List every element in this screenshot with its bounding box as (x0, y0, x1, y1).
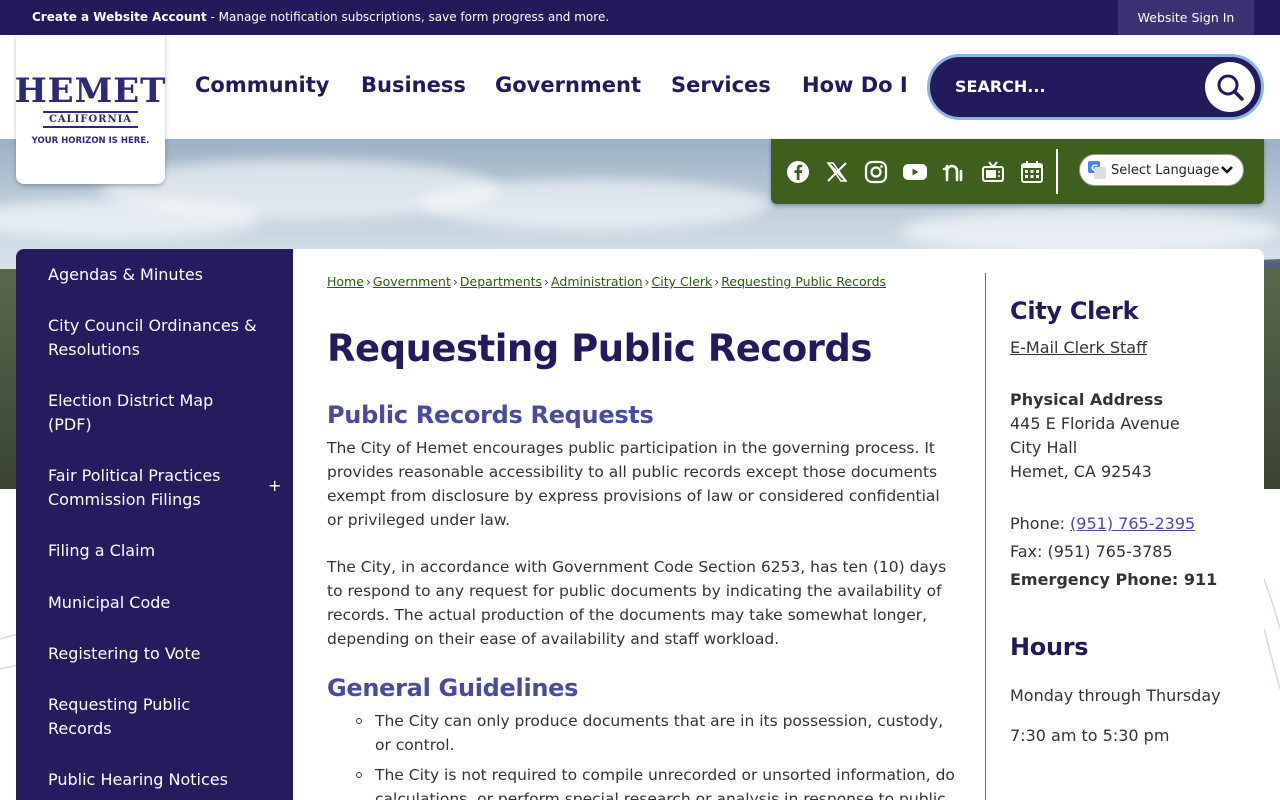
google-translate-icon: G (1088, 161, 1106, 179)
breadcrumb-administration[interactable]: Administration (551, 274, 642, 289)
nav-government[interactable]: Government (495, 73, 641, 97)
chevron-down-icon (1221, 166, 1233, 174)
nextdoor-icon[interactable] (941, 159, 967, 185)
nav-business[interactable]: Business (361, 73, 466, 97)
aside-heading-city-clerk: City Clerk (1010, 297, 1139, 325)
sidebar-item-election-district-map[interactable]: Election District Map (PDF) (48, 389, 258, 437)
sidebar-item-public-hearing-notices[interactable]: Public Hearing Notices (48, 768, 258, 792)
section-heading-public-records-requests: Public Records Requests (327, 401, 654, 429)
phone-line: Phone: (951) 765-2395 (1010, 512, 1195, 536)
phone-link[interactable]: (951) 765-2395 (1070, 514, 1195, 533)
hours-time: 7:30 am to 5:30 pm (1010, 726, 1170, 745)
nav-how-do-i[interactable]: How Do I (802, 73, 908, 97)
sidebar-nav: Agendas & Minutes City Council Ordinance… (16, 249, 293, 800)
language-selector[interactable]: G Select Language (1079, 154, 1244, 186)
email-clerk-staff-link[interactable]: E-Mail Clerk Staff (1010, 338, 1147, 357)
create-account-label[interactable]: Create a Website Account (32, 10, 207, 24)
sidebar-item-municipal-code[interactable]: Municipal Code (48, 591, 258, 615)
breadcrumb-departments[interactable]: Departments (460, 274, 542, 289)
create-account-link[interactable]: Create a Website Account - Manage notifi… (32, 10, 609, 24)
bullet-marker (356, 718, 362, 724)
bullet-marker (356, 772, 362, 778)
section-heading-general-guidelines: General Guidelines (327, 674, 579, 702)
facebook-icon[interactable] (785, 159, 811, 185)
emergency-phone: Emergency Phone: 911 (1010, 570, 1218, 589)
social-media-bar: G Select Language (771, 139, 1264, 204)
sidebar-item-agendas-minutes[interactable]: Agendas & Minutes (48, 263, 258, 287)
top-utility-bar: Create a Website Account - Manage notifi… (0, 0, 1280, 35)
physical-address-label: Physical Address (1010, 390, 1163, 409)
tv-icon[interactable] (980, 159, 1006, 185)
hours-days: Monday through Thursday (1010, 686, 1221, 705)
page-title: Requesting Public Records (327, 327, 872, 370)
hours-heading: Hours (1010, 633, 1089, 661)
logo-tagline: YOUR HORIZON IS HERE. (31, 136, 150, 146)
social-separator (1056, 149, 1058, 194)
x-twitter-icon[interactable] (824, 159, 850, 185)
logo-subtitle: CALIFORNIA (42, 111, 139, 128)
sidebar-item-registering-to-vote[interactable]: Registering to Vote (48, 642, 258, 666)
search-button[interactable] (1205, 62, 1255, 112)
website-sign-in-button[interactable]: Website Sign In (1118, 0, 1254, 35)
address-line: Hemet, CA 92543 (1010, 462, 1152, 481)
search-input[interactable]: SEARCH... (955, 77, 1046, 96)
logo-wordmark: HEMET (14, 71, 167, 111)
paragraph-government-code: The City, in accordance with Government … (327, 558, 947, 648)
breadcrumb: Home › Government › Departments › Administrati… (327, 274, 887, 289)
main-content: Home › Government › Departments › Administrati… (293, 249, 1264, 800)
sidebar-item-fair-political-practices[interactable]: Fair Political Practices Commission Fili… (48, 464, 258, 512)
nav-community[interactable]: Community (195, 73, 329, 97)
nav-services[interactable]: Services (671, 73, 771, 97)
sidebar-item-requesting-public-records[interactable]: Requesting Public Records (48, 693, 258, 741)
breadcrumb-home[interactable]: Home (327, 274, 364, 289)
create-account-description: - Manage notification subscriptions, sav… (206, 10, 610, 24)
hemet-logo[interactable]: HEMET CALIFORNIA YOUR HORIZON IS HERE. (14, 35, 167, 184)
address-line: City Hall (1010, 438, 1078, 457)
breadcrumb-current-page[interactable]: Requesting Public Records (721, 274, 886, 289)
calendar-icon[interactable] (1019, 159, 1045, 185)
expand-icon[interactable]: + (268, 476, 281, 495)
fax-line: Fax: (951) 765-3785 (1010, 542, 1173, 561)
search-box[interactable]: SEARCH... (927, 54, 1264, 120)
address-line: 445 E Florida Avenue (1010, 414, 1180, 433)
breadcrumb-city-clerk[interactable]: City Clerk (652, 274, 713, 289)
list-item: The City can only produce documents that… (375, 712, 944, 754)
instagram-icon[interactable] (863, 159, 889, 185)
sidebar-item-ordinances-resolutions[interactable]: City Council Ordinances & Resolutions (48, 314, 258, 362)
list-item: The City is not required to compile unre… (375, 766, 955, 800)
search-icon (1217, 74, 1244, 101)
phone-label: Phone: (1010, 514, 1071, 533)
content-divider (985, 273, 986, 800)
language-label: Select Language (1111, 162, 1220, 178)
paragraph-intro: The City of Hemet encourages public part… (327, 439, 940, 529)
breadcrumb-government[interactable]: Government (373, 274, 451, 289)
youtube-icon[interactable] (902, 159, 928, 185)
sidebar-item-filing-a-claim[interactable]: Filing a Claim (48, 539, 258, 563)
aside-title: City Clerk (1010, 297, 1139, 325)
